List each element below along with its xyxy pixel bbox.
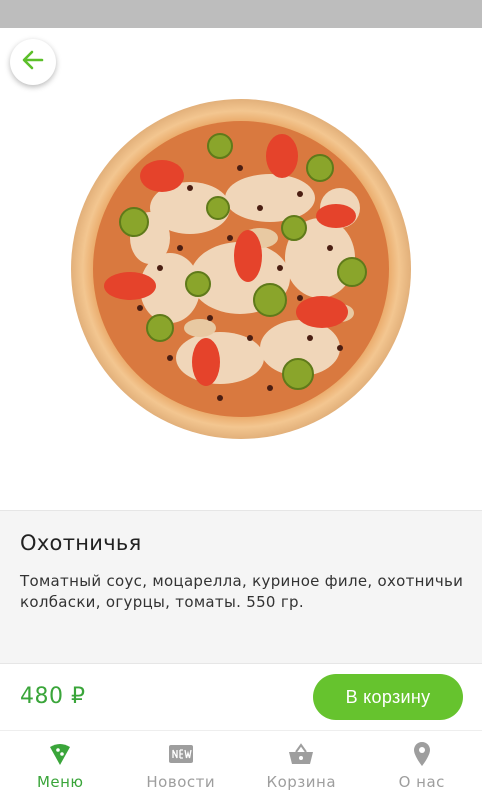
- pizza-slice-icon: [47, 741, 73, 767]
- tab-label: Меню: [36, 773, 84, 791]
- arrow-left-icon: [22, 49, 44, 75]
- tab-cart[interactable]: Корзина: [241, 731, 362, 800]
- tab-label: Новости: [146, 773, 216, 791]
- add-to-cart-button[interactable]: В корзину: [313, 674, 463, 720]
- status-bar: [0, 0, 482, 28]
- tab-about[interactable]: О нас: [362, 731, 482, 800]
- tab-label: Корзина: [266, 773, 337, 791]
- purchase-bar: 480 ₽ В корзину: [0, 664, 482, 730]
- location-pin-icon: [409, 741, 435, 767]
- bottom-tab-bar: Меню Новости Корзина О нас: [0, 730, 482, 800]
- pizza-image: [70, 98, 412, 440]
- product-info: Охотничья Томатный соус, моцарелла, кури…: [0, 510, 482, 664]
- tab-label: О нас: [398, 773, 445, 791]
- product-description: Томатный соус, моцарелла, куриное филе, …: [20, 572, 464, 611]
- tab-menu[interactable]: Меню: [0, 731, 121, 800]
- tab-news[interactable]: Новости: [121, 731, 242, 800]
- basket-icon: [288, 741, 314, 767]
- product-image-area: [0, 28, 482, 510]
- product-title: Охотничья: [20, 531, 142, 555]
- new-badge-icon: [168, 741, 194, 767]
- product-price: 480 ₽: [20, 684, 86, 709]
- back-button[interactable]: [10, 39, 56, 85]
